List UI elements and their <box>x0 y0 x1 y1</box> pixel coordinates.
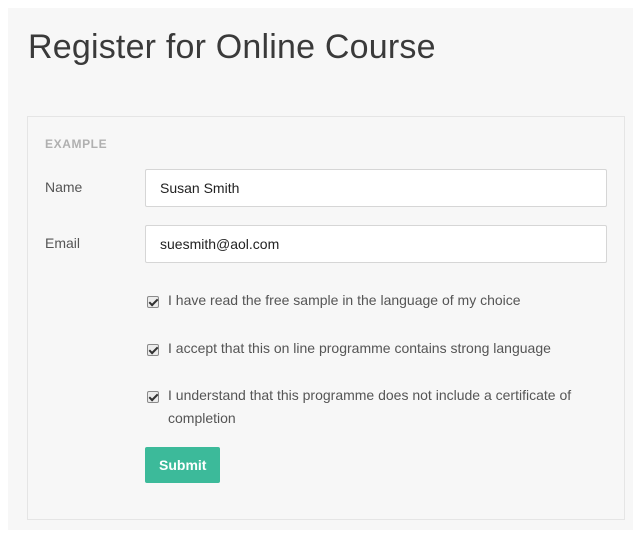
email-label: Email <box>45 235 81 251</box>
checkbox-label: I accept that this on line programme con… <box>168 340 551 356</box>
section-label: EXAMPLE <box>45 137 108 151</box>
checkbox-row-strong-language[interactable]: I accept that this on line programme con… <box>145 340 610 360</box>
checkmark-icon[interactable] <box>147 391 159 403</box>
name-field[interactable] <box>145 169 607 207</box>
name-label: Name <box>45 179 83 195</box>
checkbox-label: I understand that this programme does no… <box>168 387 572 426</box>
registration-form: EXAMPLE Name Email I have read the free … <box>27 116 625 520</box>
checkmark-icon[interactable] <box>147 296 159 308</box>
checkmark-icon[interactable] <box>147 344 159 356</box>
page-title: Register for Online Course <box>28 28 436 66</box>
checkbox-row-no-certificate[interactable]: I understand that this programme does no… <box>145 387 610 430</box>
email-field[interactable] <box>145 225 607 263</box>
submit-button[interactable]: Submit <box>145 447 221 483</box>
checkbox-row-free-sample[interactable]: I have read the free sample in the langu… <box>145 292 610 312</box>
registration-page: Register for Online Course EXAMPLE Name … <box>8 8 633 530</box>
checkbox-label: I have read the free sample in the langu… <box>168 292 521 308</box>
